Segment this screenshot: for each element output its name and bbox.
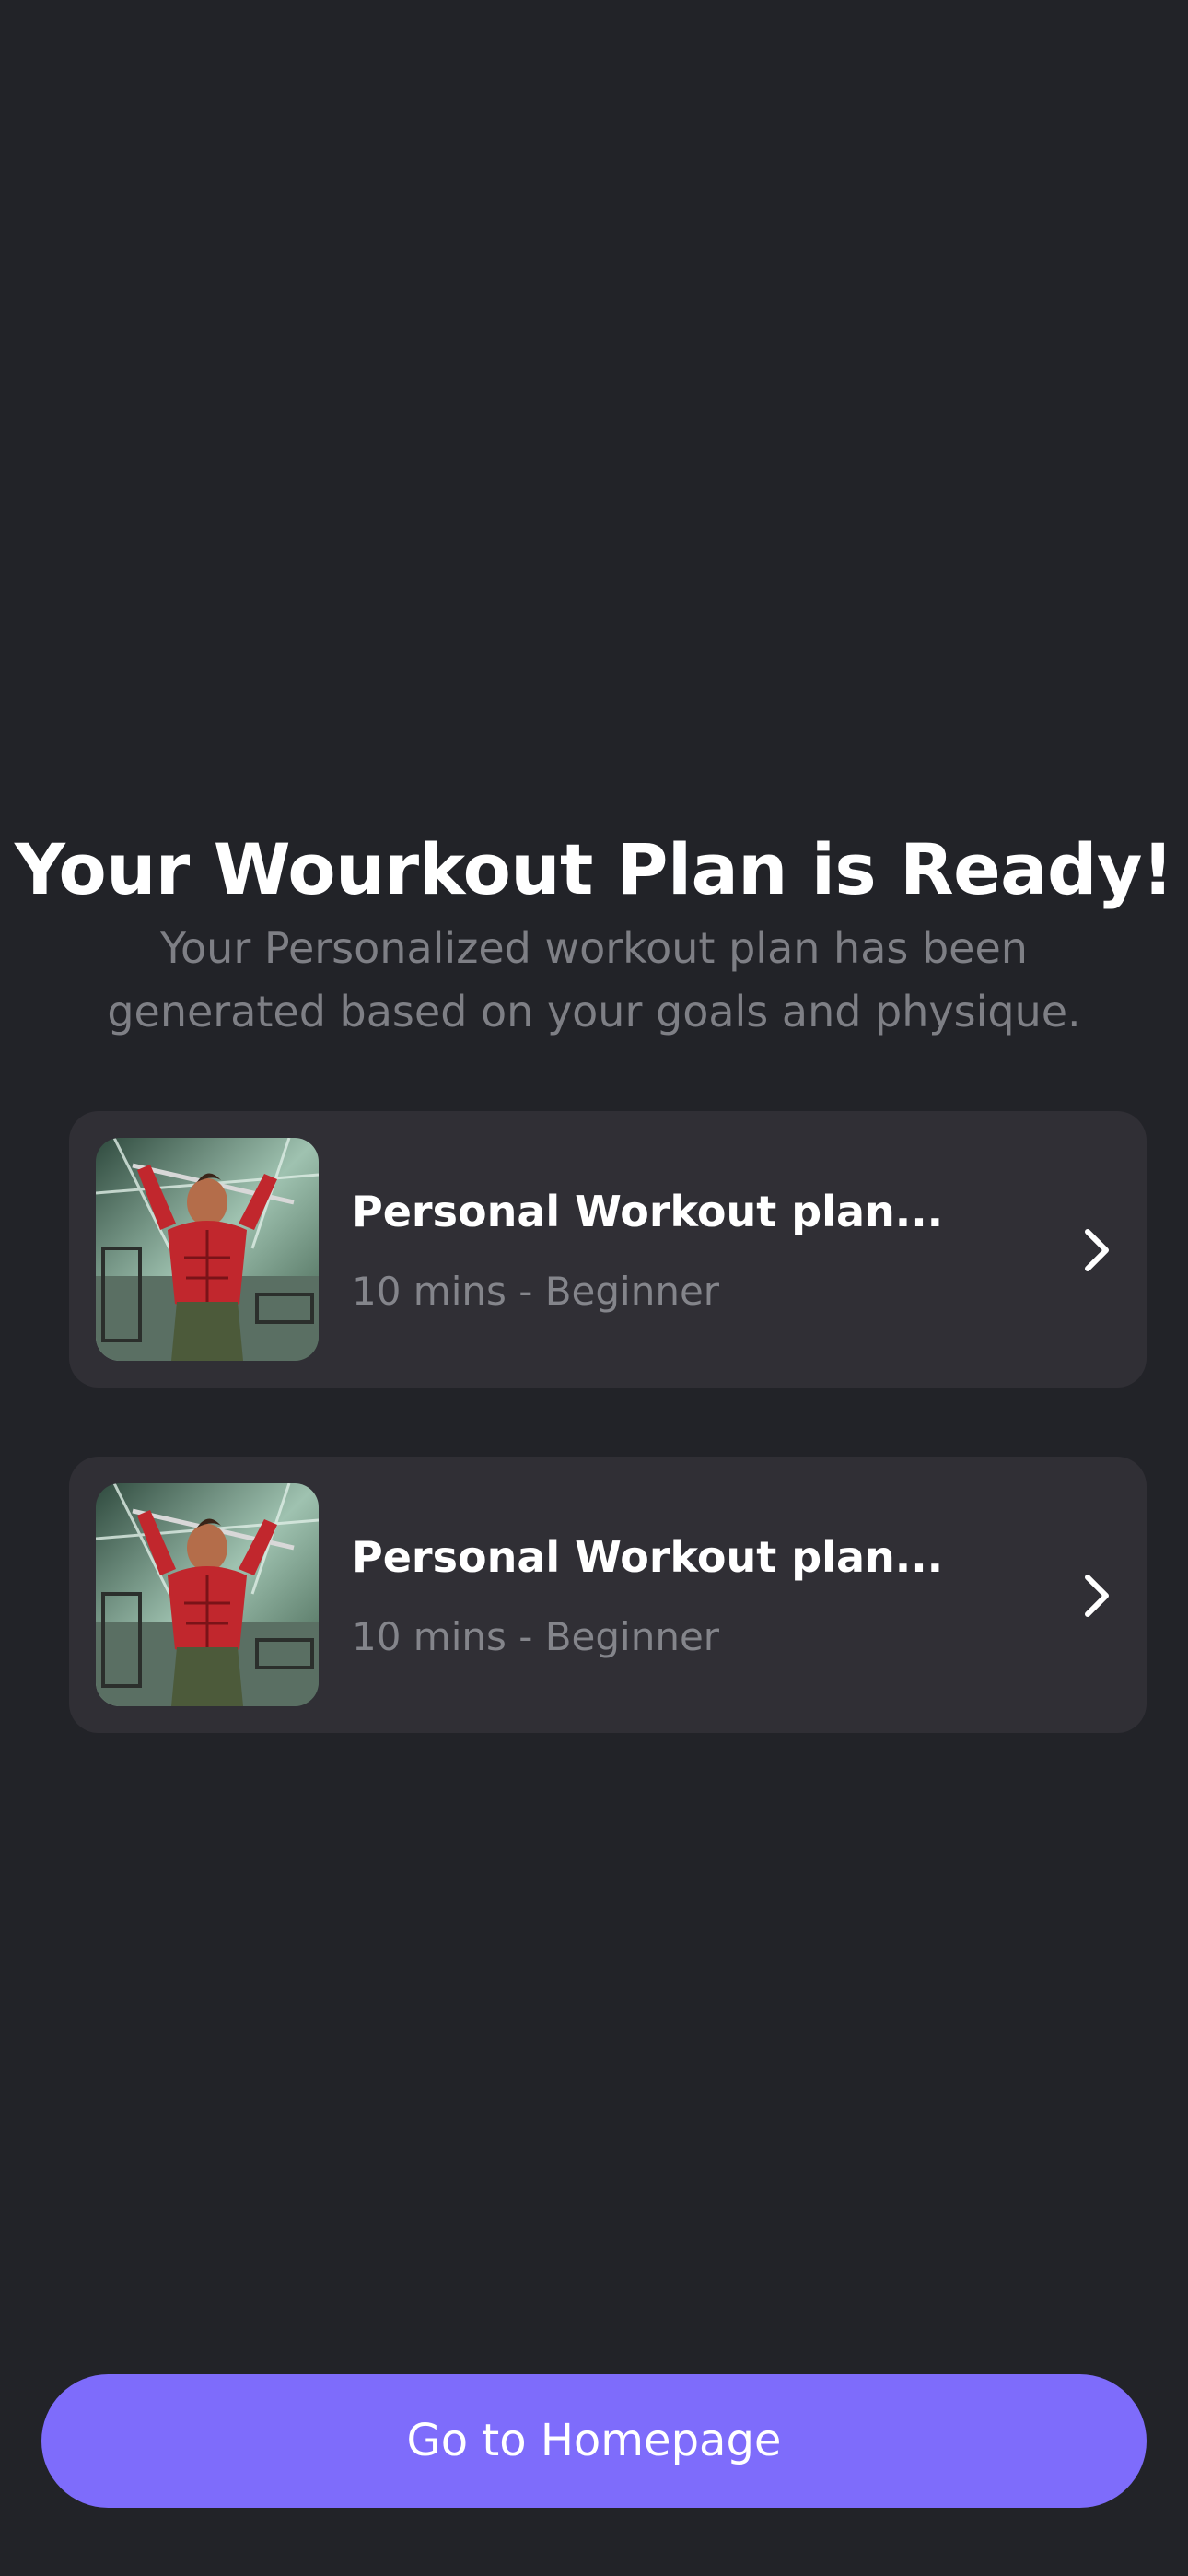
chevron-right-icon[interactable] [1064, 1217, 1128, 1282]
workout-plan-card[interactable]: Personal Workout plan... 10 mins - Begin… [69, 1457, 1147, 1733]
go-to-homepage-button[interactable]: Go to Homepage [41, 2374, 1147, 2508]
page-subtitle: Your Personalized workout plan has been … [107, 923, 1081, 1036]
workout-plan-card[interactable]: Personal Workout plan... 10 mins - Begin… [69, 1111, 1147, 1388]
chevron-right-icon[interactable] [1064, 1563, 1128, 1627]
workout-plan-meta: 10 mins - Beginner [352, 1269, 720, 1314]
workout-plan-title: Personal Workout plan... [352, 1187, 944, 1236]
page-title: Your Wourkout Plan is Ready! [14, 827, 1174, 910]
workout-plan-thumbnail [96, 1138, 319, 1361]
workout-plan-title: Personal Workout plan... [352, 1532, 944, 1582]
workout-plan-thumbnail [96, 1483, 319, 1706]
workout-plan-meta: 10 mins - Beginner [352, 1614, 720, 1659]
